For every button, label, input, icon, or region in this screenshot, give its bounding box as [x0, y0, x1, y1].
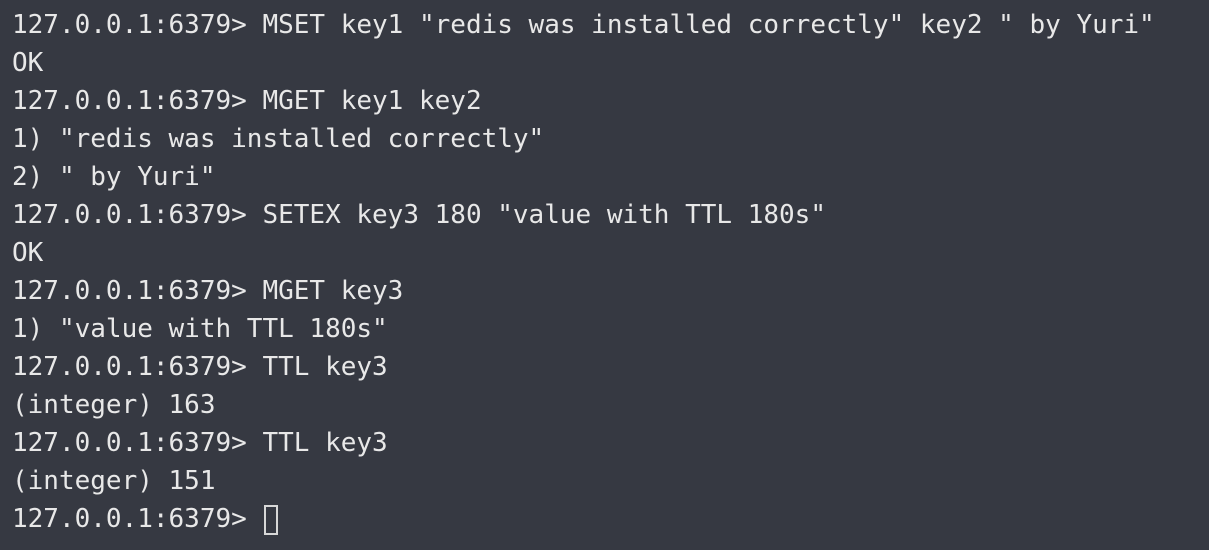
terminal-line: OK	[12, 238, 44, 268]
terminal-cursor[interactable]	[264, 505, 279, 535]
terminal-line: 127.0.0.1:6379> MSET key1 "redis was ins…	[12, 10, 1155, 40]
terminal-window[interactable]: 127.0.0.1:6379> MSET key1 "redis was ins…	[0, 0, 1209, 550]
terminal-line: 127.0.0.1:6379> MGET key3	[12, 276, 404, 306]
terminal-line: 127.0.0.1:6379> TTL key3	[12, 428, 388, 458]
terminal-line: (integer) 163	[12, 390, 216, 420]
terminal-line: 2) " by Yuri"	[12, 162, 216, 192]
terminal-line: 127.0.0.1:6379> TTL key3	[12, 352, 388, 382]
terminal-line: 127.0.0.1:6379> SETEX key3 180 "value wi…	[12, 200, 826, 230]
terminal-line: OK	[12, 48, 44, 78]
terminal-input-line[interactable]: 127.0.0.1:6379>	[12, 500, 1209, 538]
terminal-line: 1) "value with TTL 180s"	[12, 314, 388, 344]
terminal-line: (integer) 151	[12, 466, 216, 496]
terminal-prompt: 127.0.0.1:6379>	[12, 504, 247, 534]
terminal-line: 127.0.0.1:6379> MGET key1 key2	[12, 86, 482, 116]
terminal-line: 1) "redis was installed correctly"	[12, 124, 545, 154]
